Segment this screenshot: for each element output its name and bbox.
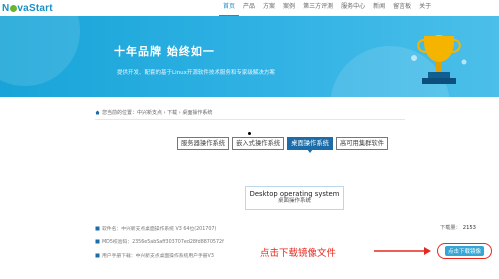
md5-row: MD5校验码：2356e5abSaff303707ed28fd8870572f <box>95 238 224 245</box>
download-image-button[interactable]: 点击下载镜像 <box>437 243 492 259</box>
download-count-value: 2153 <box>462 225 476 231</box>
platform-subtitle: 桌面操作系统 <box>277 198 311 204</box>
md5-checksum: MD5校验码：2356e5abSaff303707ed28fd8870572f <box>102 240 224 245</box>
manual-row: 用户手册下载：中兴新支点桌面操作系统用户手册V3 <box>95 252 214 259</box>
section-divider <box>95 119 405 120</box>
trophy-icon <box>411 35 467 84</box>
top-navigation: N vaStart 首页 产品 方案 案例 第三方评测 服务中心 新闻 留言板 … <box>0 0 499 16</box>
download-annotation: 点击下载镜像文件 <box>260 248 337 259</box>
nav-item-cases[interactable]: 案例 <box>279 0 299 16</box>
nav-item-about[interactable]: 关于 <box>415 0 435 16</box>
tab-embedded-os[interactable]: 嵌入式操作系统 <box>232 137 285 150</box>
platform-heading-box: Desktop operating system 桌面操作系统 <box>245 186 344 210</box>
download-count-label: 下载量： <box>440 225 461 231</box>
platform-title: Desktop operating system <box>249 190 340 198</box>
software-name: 软件名：中兴新支点桌面操作系统 V3 64位(201707) <box>102 227 217 232</box>
breadcrumb: 您当前的位置：中兴新支点 › 下载 › 桌面操作系统 <box>95 109 212 116</box>
banner-subtitle: 提供开发、配套的基于Linux开源软件技术服务和专家级解决方案 <box>117 70 275 76</box>
tab-marker-dot <box>248 132 251 135</box>
novastart-logo[interactable]: N vaStart <box>2 1 53 15</box>
home-icon[interactable] <box>95 110 100 115</box>
breadcrumb-text[interactable]: 您当前的位置：中兴新支点 › 下载 › 桌面操作系统 <box>102 109 212 116</box>
download-image-button-label[interactable]: 点击下载镜像 <box>444 246 484 256</box>
logo-text-end: vaStart <box>17 2 53 14</box>
category-tabs: 服务器操作系统 嵌入式操作系统 桌面操作系统 高可用集群软件 <box>177 137 391 150</box>
download-count: 下载量： 2153 <box>440 224 476 231</box>
tab-ha-cluster[interactable]: 高可用集群软件 <box>335 137 389 150</box>
nav-item-service-center[interactable]: 服务中心 <box>337 0 369 16</box>
hero-banner: 十年品牌 始终如一 提供开发、配套的基于Linux开源软件技术服务和专家级解决方… <box>0 16 499 97</box>
md5-icon <box>95 239 100 244</box>
tab-server-os[interactable]: 服务器操作系统 <box>177 137 230 150</box>
manual-download-link[interactable]: 用户手册下载：中兴新支点桌面操作系统用户手册V3 <box>102 252 214 259</box>
banner-title: 十年品牌 始终如一 <box>114 45 215 58</box>
nav-item-message-board[interactable]: 留言板 <box>389 0 415 16</box>
arrow-right-icon <box>374 247 431 255</box>
nav-item-products[interactable]: 产品 <box>239 0 259 16</box>
software-icon <box>95 226 100 231</box>
nav-item-news[interactable]: 新闻 <box>369 0 389 16</box>
banner-decoration <box>0 16 80 86</box>
logo-mark-icon <box>9 4 17 12</box>
manual-icon <box>95 253 100 258</box>
tab-desktop-os[interactable]: 桌面操作系统 <box>287 137 333 150</box>
nav-item-solutions[interactable]: 方案 <box>259 0 279 16</box>
main-nav: 首页 产品 方案 案例 第三方评测 服务中心 新闻 留言板 关于 <box>219 0 435 16</box>
software-name-row: 软件名：中兴新支点桌面操作系统 V3 64位(201707) <box>95 225 216 232</box>
nav-item-home[interactable]: 首页 <box>219 0 240 16</box>
logo-text-start: N <box>2 2 10 14</box>
nav-item-third-party-review[interactable]: 第三方评测 <box>299 0 337 16</box>
